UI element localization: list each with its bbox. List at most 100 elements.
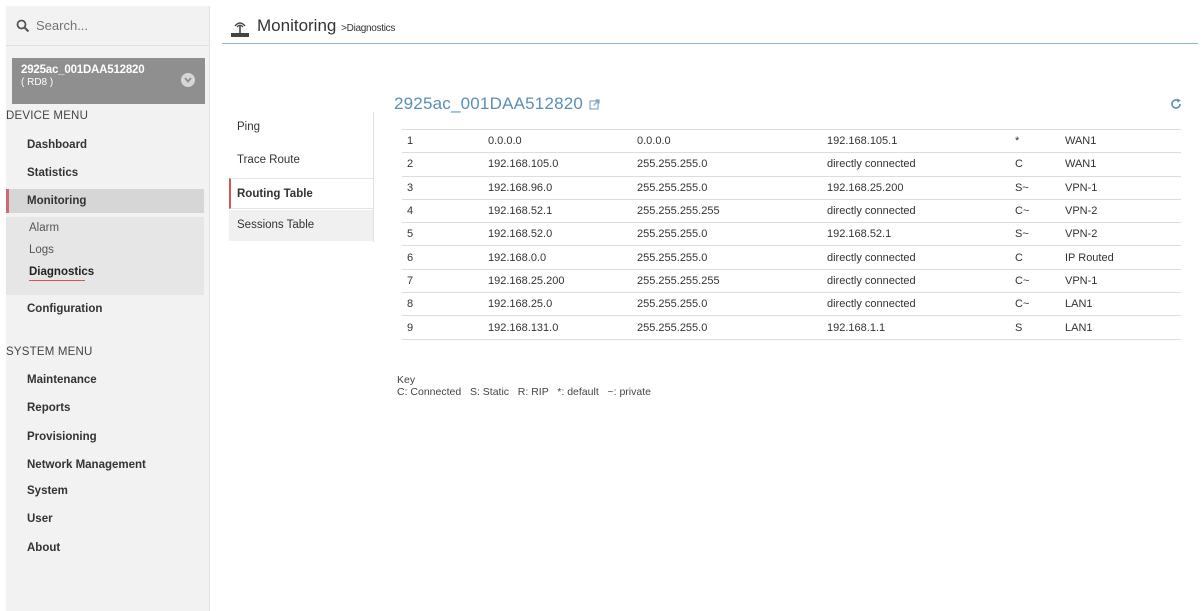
menu-item-network-management[interactable]: Network Management bbox=[6, 453, 204, 477]
menu-item-configuration[interactable]: Configuration bbox=[6, 297, 204, 321]
cell-index: 9 bbox=[402, 315, 483, 340]
cell-destination: 192.168.25.200 bbox=[483, 268, 632, 293]
page-title-text: Monitoring bbox=[257, 16, 337, 35]
cell-interface: VPN-1 bbox=[1060, 175, 1181, 200]
cell-index: 6 bbox=[402, 245, 483, 270]
chevron-down-icon[interactable] bbox=[181, 73, 195, 87]
cell-mask: 255.255.255.0 bbox=[632, 245, 822, 270]
cell-mask: 255.255.255.0 bbox=[632, 315, 822, 340]
cell-index: 5 bbox=[402, 222, 483, 246]
cell-gateway: 192.168.52.1 bbox=[822, 222, 1010, 246]
tab-trace-route[interactable]: Trace Route bbox=[229, 145, 374, 176]
key-text: C: Connected S: Static R: RIP *: default… bbox=[397, 386, 651, 398]
key-legend: Key C: Connected S: Static R: RIP *: def… bbox=[397, 374, 651, 398]
key-title: Key bbox=[397, 374, 416, 386]
cell-interface: WAN1 bbox=[1060, 128, 1181, 153]
tab-sessions-table[interactable]: Sessions Table bbox=[229, 210, 374, 241]
tab-routing-table[interactable]: Routing Table bbox=[229, 178, 374, 209]
external-link-icon[interactable] bbox=[589, 99, 600, 110]
cell-interface: IP Routed bbox=[1060, 245, 1181, 270]
device-title[interactable]: 2925ac_001DAA512820 bbox=[394, 94, 600, 114]
menu-item-statistics[interactable]: Statistics bbox=[6, 161, 204, 185]
menu-item-user[interactable]: User bbox=[6, 507, 204, 531]
active-underline bbox=[29, 280, 85, 281]
cell-destination: 0.0.0.0 bbox=[483, 128, 632, 153]
table-row: 1 0.0.0.0 0.0.0.0 192.168.105.1 * WAN1 bbox=[402, 128, 1181, 153]
device-name: 2925ac_001DAA512820 bbox=[21, 64, 145, 76]
menu-item-about[interactable]: About bbox=[6, 536, 204, 560]
cell-interface: VPN-2 bbox=[1060, 198, 1181, 223]
menu-item-dashboard[interactable]: Dashboard bbox=[6, 133, 204, 157]
cell-index: 8 bbox=[402, 292, 483, 316]
cell-destination: 192.168.52.0 bbox=[483, 222, 632, 246]
device-model: ( RD8 ) bbox=[21, 77, 54, 88]
cell-destination: 192.168.0.0 bbox=[483, 245, 632, 270]
menu-item-monitoring[interactable]: Monitoring bbox=[6, 189, 204, 213]
cell-gateway: 192.168.25.200 bbox=[822, 175, 1010, 200]
cell-gateway: 192.168.105.1 bbox=[822, 128, 1010, 153]
menu-item-system[interactable]: System bbox=[6, 479, 204, 503]
cell-gateway: directly connected bbox=[822, 198, 1010, 223]
table-row: 8 192.168.25.0 255.255.255.0 directly conne… bbox=[402, 292, 1181, 316]
cell-interface: VPN-2 bbox=[1060, 222, 1181, 246]
cell-flag: S bbox=[1010, 315, 1060, 340]
cell-flag: C bbox=[1010, 152, 1060, 177]
device-title-text: 2925ac_001DAA512820 bbox=[394, 94, 584, 113]
cell-flag: S~ bbox=[1010, 175, 1060, 200]
cell-index: 4 bbox=[402, 198, 483, 223]
cell-interface: WAN1 bbox=[1060, 152, 1181, 177]
cell-gateway: directly connected bbox=[822, 292, 1010, 316]
table-row: 4 192.168.52.1 255.255.255.255 directly con… bbox=[402, 198, 1181, 223]
submenu-item-diagnostics-label: Diagnostics bbox=[29, 266, 95, 278]
refresh-icon[interactable] bbox=[1170, 98, 1182, 110]
routing-table: 1 0.0.0.0 0.0.0.0 192.168.105.1 * WAN1 2 192.16… bbox=[402, 128, 1181, 340]
cell-flag: C~ bbox=[1010, 268, 1060, 293]
table-row: 3 192.168.96.0 255.255.255.0 192.168.25.200… bbox=[402, 175, 1181, 200]
cell-mask: 255.255.255.0 bbox=[632, 222, 822, 246]
cell-index: 1 bbox=[402, 128, 483, 153]
page-header: Monitoring >Diagnostics bbox=[222, 14, 1198, 44]
cell-gateway: directly connected bbox=[822, 268, 1010, 293]
table-row: 6 192.168.0.0 255.255.255.0 directly connec… bbox=[402, 245, 1181, 270]
system-menu-heading: SYSTEM MENU bbox=[6, 346, 93, 358]
menu-item-maintenance[interactable]: Maintenance bbox=[6, 368, 204, 392]
cell-interface: LAN1 bbox=[1060, 315, 1181, 340]
cell-mask: 255.255.255.255 bbox=[632, 268, 822, 293]
cell-destination: 192.168.25.0 bbox=[483, 292, 632, 316]
cell-index: 7 bbox=[402, 268, 483, 293]
cell-destination: 192.168.105.0 bbox=[483, 152, 632, 177]
table-row: 7 192.168.25.200 255.255.255.255 directly c… bbox=[402, 268, 1181, 293]
cell-mask: 0.0.0.0 bbox=[632, 128, 822, 153]
cell-flag: C~ bbox=[1010, 292, 1060, 316]
cell-mask: 255.255.255.0 bbox=[632, 292, 822, 316]
cell-flag: * bbox=[1010, 128, 1060, 153]
cell-index: 2 bbox=[402, 152, 483, 177]
cell-index: 3 bbox=[402, 175, 483, 200]
cell-interface: LAN1 bbox=[1060, 292, 1181, 316]
submenu-item-alarm[interactable]: Alarm bbox=[6, 217, 204, 239]
search-input[interactable] bbox=[36, 18, 186, 33]
device-menu-heading: DEVICE MENU bbox=[6, 110, 89, 122]
cell-destination: 192.168.131.0 bbox=[483, 315, 632, 340]
table-row: 5 192.168.52.0 255.255.255.0 192.168.52.1 S~… bbox=[402, 222, 1181, 246]
cell-destination: 192.168.96.0 bbox=[483, 175, 632, 200]
submenu-item-diagnostics[interactable]: Diagnostics bbox=[6, 261, 204, 295]
breadcrumb[interactable]: >Diagnostics bbox=[341, 23, 395, 34]
cell-interface: VPN-1 bbox=[1060, 268, 1181, 293]
cell-destination: 192.168.52.1 bbox=[483, 198, 632, 223]
cell-mask: 255.255.255.0 bbox=[632, 175, 822, 200]
submenu-item-logs[interactable]: Logs bbox=[6, 239, 204, 261]
device-selector[interactable]: 2925ac_001DAA512820 ( RD8 ) bbox=[12, 58, 205, 104]
menu-item-reports[interactable]: Reports bbox=[6, 396, 204, 420]
cell-flag: C bbox=[1010, 245, 1060, 270]
tabs-divider bbox=[373, 112, 374, 242]
search-bar[interactable] bbox=[6, 6, 209, 46]
cell-flag: C~ bbox=[1010, 198, 1060, 223]
menu-item-provisioning[interactable]: Provisioning bbox=[6, 425, 204, 449]
cell-mask: 255.255.255.0 bbox=[632, 152, 822, 177]
tab-ping[interactable]: Ping bbox=[229, 112, 374, 143]
cell-flag: S~ bbox=[1010, 222, 1060, 246]
cell-gateway: 192.168.1.1 bbox=[822, 315, 1010, 340]
table-row: 2 192.168.105.0 255.255.255.0 directly conn… bbox=[402, 152, 1181, 177]
table-row: 9 192.168.131.0 255.255.255.0 192.168.1.1 S L… bbox=[402, 315, 1181, 340]
